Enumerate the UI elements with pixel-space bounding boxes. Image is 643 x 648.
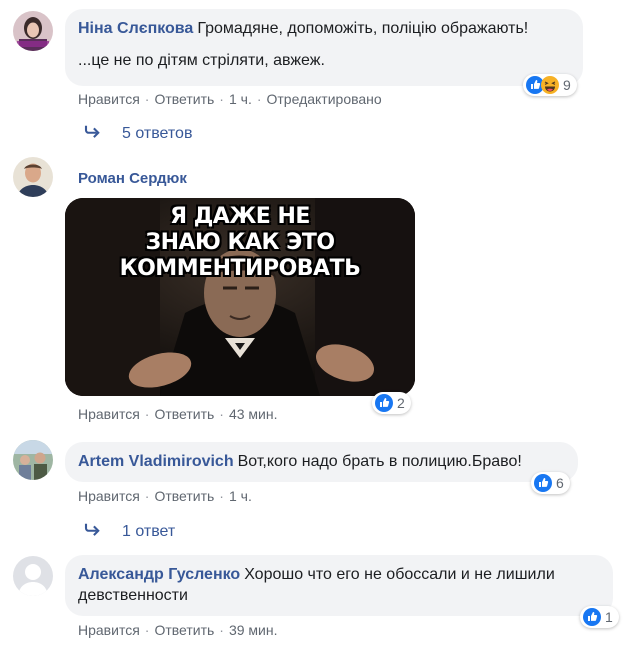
reply-arrow-icon: [84, 124, 104, 144]
reaction-count: 9: [563, 77, 571, 93]
comment-actions: Нравится · Ответить · 39 мин.: [78, 621, 278, 639]
reaction-count: 2: [397, 395, 405, 411]
laughing-face-icon: [541, 76, 559, 94]
comment-actions: Нравится · Ответить · 43 мин.: [78, 405, 278, 423]
edited-label[interactable]: Отредактировано: [267, 91, 382, 107]
comment-bubble: Александр Гусленко Хорошо что его не обос…: [65, 555, 613, 616]
like-button[interactable]: Нравится: [78, 488, 140, 504]
avatar-artem[interactable]: [13, 440, 53, 480]
avatar-roman[interactable]: [13, 157, 53, 197]
replies-count-label[interactable]: 1 ответ: [122, 523, 175, 540]
meme-image[interactable]: Я ДАЖЕ НЕ ЗНАЮ КАК ЭТО КОММЕНТИРОВАТЬ: [65, 198, 415, 396]
comment-actions: Нравится · Ответить · 1 ч.: [78, 487, 252, 505]
reaction-summary[interactable]: 9: [523, 74, 577, 96]
thumbs-up-icon: [534, 474, 552, 492]
timestamp[interactable]: 43 мин.: [229, 406, 278, 422]
comment-bubble: Ніна Слєпкова Громадяне, допоможіть, полі…: [65, 9, 583, 86]
comment-author[interactable]: Artem Vladimirovich: [78, 453, 234, 470]
separator-dot: ·: [219, 91, 224, 107]
comment-actions: Нравится · Ответить · 1 ч. · Отредактировано: [78, 90, 382, 108]
meme-caption-line2: ЗНАЮ КАК ЭТО КОММЕНТИРОВАТЬ: [119, 230, 361, 281]
timestamp[interactable]: 1 ч.: [229, 488, 252, 504]
like-button[interactable]: Нравится: [78, 622, 140, 638]
separator-dot: ·: [256, 91, 262, 107]
reaction-summary[interactable]: 2: [372, 392, 411, 414]
reply-button[interactable]: Ответить: [154, 91, 214, 107]
reply-button[interactable]: Ответить: [154, 406, 214, 422]
separator-dot: ·: [219, 406, 224, 422]
avatar-nina[interactable]: [13, 11, 53, 51]
thumbs-up-icon: [375, 394, 393, 412]
replies-count-label[interactable]: 5 ответов: [122, 125, 192, 142]
comment-text: Вот,кого надо брать в полицию.Браво!: [237, 453, 522, 470]
comment-author[interactable]: Роман Сердюк: [78, 170, 187, 187]
comment-author-bubble: Роман Сердюк: [65, 164, 204, 193]
separator-dot: ·: [144, 488, 150, 504]
view-replies-link[interactable]: 1 ответ: [84, 522, 175, 542]
separator-dot: ·: [219, 622, 224, 638]
meme-caption-line1: Я ДАЖЕ НЕ: [170, 204, 310, 229]
view-replies-link[interactable]: 5 ответов: [84, 124, 192, 144]
reaction-summary[interactable]: 6: [531, 472, 570, 494]
avatar-aleksandr[interactable]: [13, 556, 53, 596]
comment-author[interactable]: Ніна Слєпкова: [78, 20, 193, 37]
comment-text-line2: девственности: [78, 587, 188, 604]
timestamp[interactable]: 1 ч.: [229, 91, 252, 107]
reply-button[interactable]: Ответить: [154, 622, 214, 638]
comment-text: Хорошо что его не обоссали и не лишили: [244, 566, 555, 583]
reply-button[interactable]: Ответить: [154, 488, 214, 504]
reply-arrow-icon: [84, 522, 104, 542]
separator-dot: ·: [144, 622, 150, 638]
comment-author[interactable]: Александр Гусленко: [78, 566, 240, 583]
separator-dot: ·: [144, 91, 150, 107]
like-button[interactable]: Нравится: [78, 91, 140, 107]
thumbs-up-icon: [583, 608, 601, 626]
timestamp[interactable]: 39 мин.: [229, 622, 278, 638]
reaction-summary[interactable]: 1: [580, 606, 619, 628]
reaction-count: 6: [556, 475, 564, 491]
separator-dot: ·: [219, 488, 224, 504]
comment-text: Громадяне, допоможіть, поліцію ображають…: [197, 20, 529, 37]
comment-text-line2: ...це не по дітям стріляти, авжеж.: [78, 52, 325, 69]
like-button[interactable]: Нравится: [78, 406, 140, 422]
comment-bubble: Artem Vladimirovich Вот,кого надо брать в…: [65, 442, 578, 482]
reaction-count: 1: [605, 609, 613, 625]
separator-dot: ·: [144, 406, 150, 422]
